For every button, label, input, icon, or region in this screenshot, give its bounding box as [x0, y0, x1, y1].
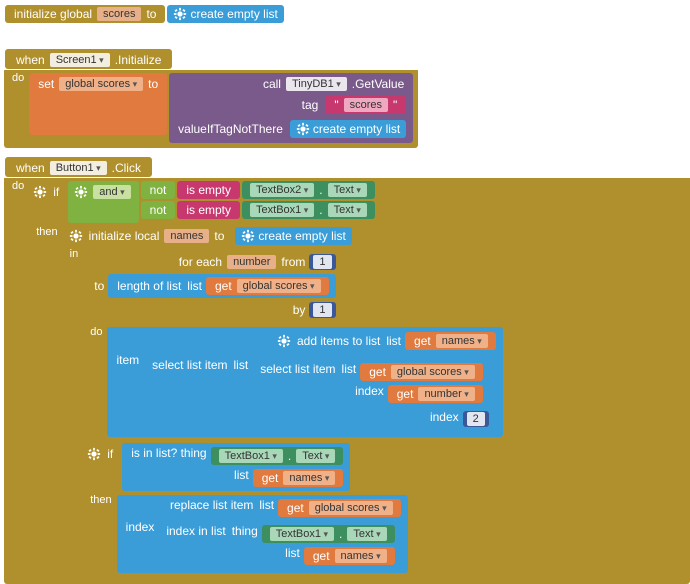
loop-var[interactable]: number [227, 255, 276, 269]
when-button-click-header[interactable]: when Button1 .Click [5, 157, 152, 177]
from-val[interactable]: 1 [313, 255, 331, 269]
gear-icon[interactable] [87, 447, 101, 461]
call-label: call [260, 77, 284, 91]
if-label: if [50, 185, 62, 199]
not-block-1[interactable]: not [141, 181, 176, 199]
textbox1-text[interactable]: TextBox1 . Text [242, 201, 375, 219]
init-global-block[interactable]: initialize global scores to [5, 5, 165, 23]
get-names-1[interactable]: get names [405, 332, 496, 350]
init-event: .Initialize [112, 53, 165, 67]
gear-icon[interactable] [241, 229, 255, 243]
when-screen-init-header[interactable]: when Screen1 .Initialize [5, 49, 172, 69]
when-label2: when [13, 161, 48, 175]
empty-list-3[interactable]: create empty list [235, 227, 351, 245]
empty-list-label2: create empty list [313, 122, 400, 136]
get-gs-2[interactable]: get global scores [360, 363, 483, 381]
getvalue-label: .GetValue [349, 77, 407, 91]
when-label: when [13, 53, 48, 67]
set-global-scores[interactable]: set global scores to [29, 73, 167, 135]
gear-icon[interactable] [69, 229, 83, 243]
vnt-key: valueIfTagNotThere [175, 122, 286, 136]
then-label-2: then [86, 494, 115, 506]
add-items-block[interactable]: add items to list list get names [107, 327, 502, 437]
get-names-2[interactable]: get names [253, 469, 344, 487]
gear-icon[interactable] [296, 122, 310, 136]
get-gs-3[interactable]: get global scores [278, 499, 401, 517]
isempty-1[interactable]: is empty [177, 181, 240, 199]
empty-list-label: create empty list [190, 7, 277, 21]
replace-list-item[interactable]: replace list item list get global scores [117, 495, 408, 573]
set-label: set [35, 77, 57, 91]
tb1-dd[interactable]: TextBox1 [250, 203, 314, 217]
not-block-2[interactable]: not [141, 201, 176, 219]
by-val[interactable]: 1 [313, 303, 331, 317]
get-names-3[interactable]: get names [304, 547, 395, 565]
isempty-2[interactable]: is empty [177, 201, 240, 219]
do-label2: do [8, 180, 28, 192]
index-2[interactable]: 2 [467, 412, 485, 426]
tb1-text-3[interactable]: TextBox1 . Text [262, 525, 395, 543]
in-label: in [66, 248, 83, 260]
text-dd2[interactable]: Text [328, 203, 367, 217]
init-local-block[interactable]: initialize local names to [63, 227, 234, 245]
textbox2-text[interactable]: TextBox2 . Text [242, 181, 375, 199]
local-var-names[interactable]: names [164, 229, 209, 243]
to-label: to [143, 7, 159, 21]
gear-icon[interactable] [33, 185, 47, 199]
gear-icon[interactable] [173, 7, 187, 21]
select-list-outer[interactable]: select list item list select list item l… [143, 354, 496, 432]
length-of-list[interactable]: length of list list get global scores [108, 274, 335, 298]
button-dropdown[interactable]: Button1 [50, 161, 107, 175]
global-var-name[interactable]: scores [97, 7, 141, 21]
gear-icon[interactable] [74, 185, 88, 199]
tb1-text-2[interactable]: TextBox1 . Text [211, 447, 344, 465]
call-tinydb-getvalue[interactable]: call TinyDB1 .GetValue tag "scores" [169, 73, 413, 143]
select-list-inner[interactable]: select list item list get global scores [252, 359, 489, 407]
click-event: .Click [109, 161, 144, 175]
screen-dropdown[interactable]: Screen1 [50, 53, 110, 67]
set-to-label: to [145, 77, 161, 91]
foreach-block[interactable]: for each number from 1 to length of lis [83, 249, 342, 323]
init-global-label: initialize global [11, 7, 95, 21]
if-block-2[interactable]: if [83, 443, 120, 465]
tag-string[interactable]: "scores" [325, 96, 406, 114]
do-label: do [8, 72, 28, 84]
tinydb-dropdown[interactable]: TinyDB1 [286, 77, 347, 91]
and-dropdown[interactable]: and [93, 185, 130, 199]
tag-value[interactable]: scores [344, 98, 388, 112]
text-dd[interactable]: Text [328, 183, 367, 197]
vnt-empty-list[interactable]: create empty list [290, 120, 406, 138]
then-label: then [32, 226, 61, 238]
and-block[interactable]: and [68, 181, 138, 223]
do-label3: do [86, 326, 106, 338]
gear-icon[interactable] [277, 334, 291, 348]
get-number[interactable]: get number [388, 385, 483, 403]
is-in-list[interactable]: is in list? thing TextBox1 . Text [122, 443, 350, 491]
get-gs-1[interactable]: get global scores [206, 277, 329, 295]
index-in-list[interactable]: index in list thing TextBox1 . Text [158, 521, 400, 569]
if-block[interactable]: if [29, 181, 66, 203]
tb2-dd[interactable]: TextBox2 [250, 183, 314, 197]
create-empty-list-block[interactable]: create empty list [167, 5, 283, 23]
tag-key: tag [299, 98, 322, 112]
set-var-dropdown[interactable]: global scores [59, 77, 143, 91]
